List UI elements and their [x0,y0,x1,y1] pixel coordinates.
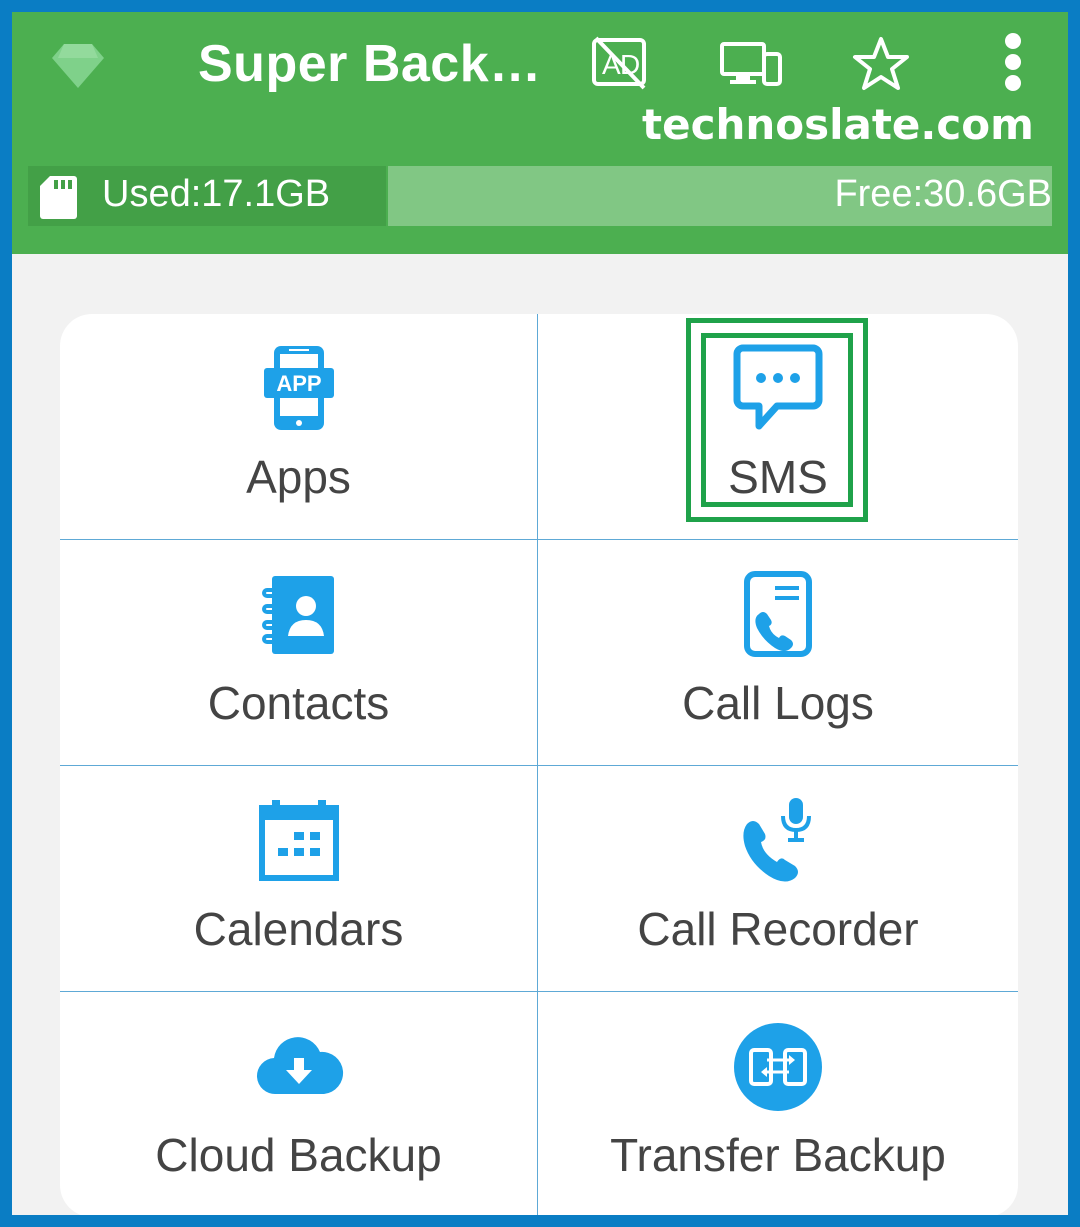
svg-text:APP: APP [276,371,321,396]
grid-item-apps[interactable]: APP Apps [60,314,538,540]
call-logs-icon [744,571,812,657]
grid-item-contacts[interactable]: Contacts [60,540,538,766]
star-icon[interactable] [852,36,910,92]
grid-item-cloud-backup[interactable]: Cloud Backup [60,992,538,1215]
grid-item-call-logs[interactable]: Call Logs [538,540,1018,766]
app-title: Super Back… [198,35,542,93]
storage-free-label: Free:30.6GB [834,173,1052,215]
sd-card-icon [40,176,77,219]
backup-grid: APP Apps SMS Contacts Call Logs Calendar… [60,314,1018,1215]
app-frame: Super Back… A D technoslate.com Used:17.… [12,12,1068,1215]
devices-icon[interactable] [720,42,782,86]
no-ads-icon[interactable]: A D [590,34,648,90]
grid-item-label: Apps [246,451,351,503]
diamond-icon[interactable] [52,42,104,88]
storage-bar: Used:17.1GB Free:30.6GB [28,166,1052,226]
call-recorder-icon [743,798,811,882]
grid-item-label: Calendars [193,903,404,955]
watermark-text: technoslate.com [642,100,1034,149]
app-bar: Super Back… A D technoslate.com Used:17.… [12,12,1068,254]
grid-item-label: Cloud Backup [155,1129,442,1181]
app-icon: APP [263,346,334,430]
cloud-download-icon [256,1037,343,1095]
sms-highlight-annotation [686,318,868,522]
storage-used-label: Used:17.1GB [102,173,331,215]
grid-item-label: Transfer Backup [610,1129,946,1181]
grid-item-label: Call Recorder [637,903,919,955]
contacts-icon [261,576,334,654]
transfer-icon [734,1023,822,1111]
sms-highlight-inner [701,333,853,507]
more-vert-icon[interactable] [1002,32,1024,92]
storage-free-segment: Free:30.6GB [388,166,1052,226]
calendar-icon [258,800,339,881]
backup-card: APP Apps SMS Contacts Call Logs Calendar… [60,314,1018,1215]
grid-item-label: Call Logs [682,677,874,729]
grid-item-calendars[interactable]: Calendars [60,766,538,992]
grid-item-call-recorder[interactable]: Call Recorder [538,766,1018,992]
storage-used-segment: Used:17.1GB [28,166,386,226]
grid-item-transfer-backup[interactable]: Transfer Backup [538,992,1018,1215]
grid-item-label: Contacts [207,677,390,729]
